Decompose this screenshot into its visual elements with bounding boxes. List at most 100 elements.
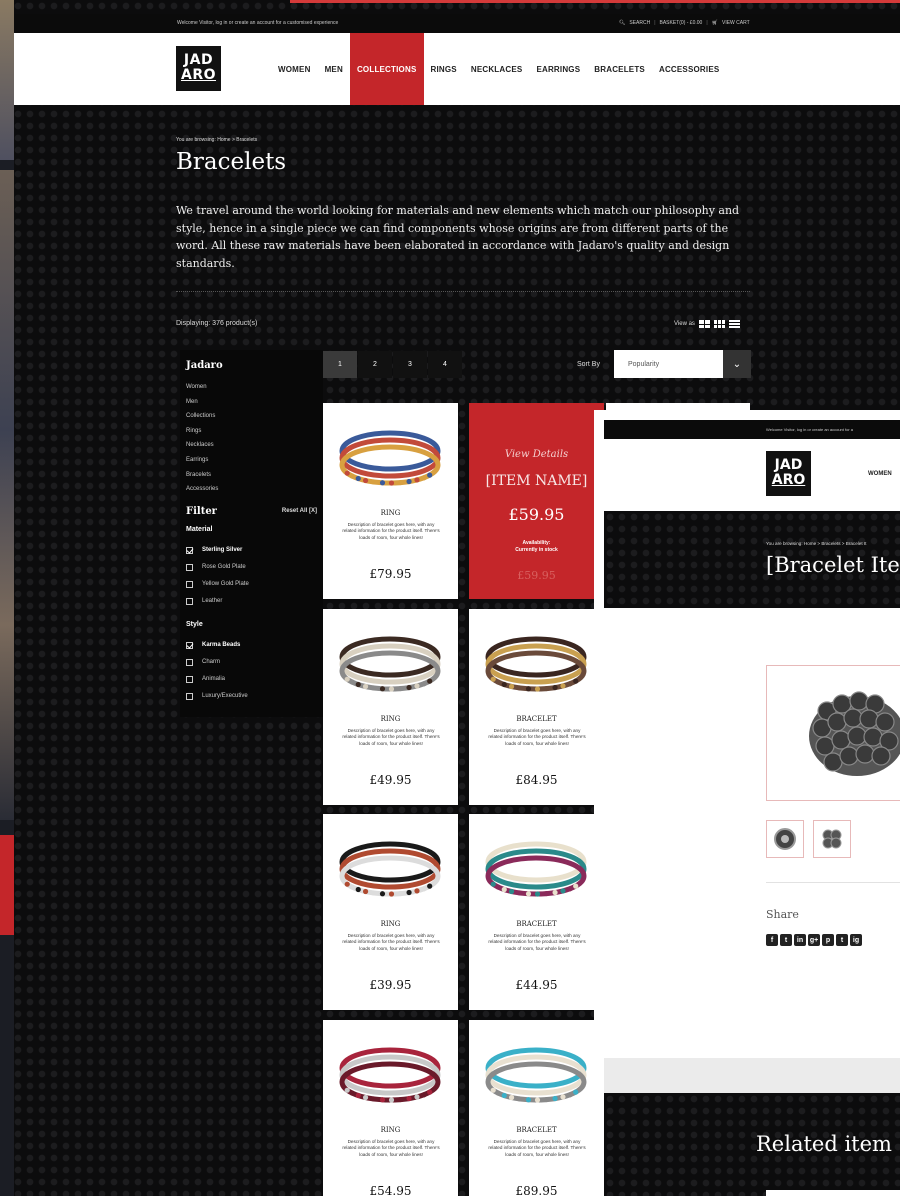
left-edge-photo (0, 170, 14, 820)
filter-option-label: Luxury/Executive (202, 693, 248, 700)
filter-option[interactable]: Karma Beads (186, 637, 317, 654)
sidebar-item-earrings[interactable]: Earrings (186, 453, 317, 468)
detail-nav-women[interactable]: WOMEN (868, 471, 892, 477)
sidebar-item-bracelets[interactable]: Bracelets (186, 468, 317, 483)
social-icon[interactable]: p (822, 934, 834, 946)
social-icon[interactable]: ig (850, 934, 862, 946)
sidebar-item-collections[interactable]: Collections (186, 409, 317, 424)
filter-option[interactable]: Sterling Silver (186, 542, 317, 559)
detail-breadcrumb[interactable]: You are browsing: Home > Bracelets > Bra… (766, 541, 866, 546)
detail-welcome-text[interactable]: Welcome Visitor, log in or create an acc… (766, 427, 853, 432)
product-card-hover[interactable]: View Details [ITEM NAME] £59.95 Availabilit… (469, 403, 604, 599)
nav-item-men[interactable]: MEN (318, 33, 350, 105)
site-header: JAD ARO WOMEN MEN COLLECTIONS RINGS NECKLACE… (14, 33, 900, 105)
basket-link[interactable]: BASKET(0) - £0.00 (660, 20, 703, 26)
list-view-icon[interactable] (728, 320, 740, 328)
checkbox[interactable] (186, 563, 193, 571)
product-thumbnail-1[interactable] (766, 820, 804, 858)
sidebar-item-accessories[interactable]: Accessories (186, 482, 317, 497)
filter-option[interactable]: Leather (186, 593, 317, 610)
logo-line-1: JAD (183, 52, 214, 68)
detail-jadaro-logo[interactable]: JAD ARO (766, 451, 811, 496)
search-icon[interactable]: 🔍︎ (619, 20, 625, 26)
product-card[interactable]: BRACELET Description of bracelet goes her… (469, 609, 604, 805)
filter-option[interactable]: Animalia (186, 671, 317, 688)
view-cart-link[interactable]: VIEW CART (722, 20, 750, 26)
page-button-2[interactable]: 2 (358, 351, 392, 378)
sidebar-item-women[interactable]: Women (186, 380, 317, 395)
nav-item-accessories[interactable]: ACCESSORIES (652, 33, 726, 105)
checkbox[interactable] (186, 692, 193, 700)
social-icon[interactable]: f (766, 934, 778, 946)
breadcrumb[interactable]: You are browsing: Home > Bracelets (176, 137, 257, 143)
product-card[interactable]: BRACELET Description of bracelet goes her… (469, 814, 604, 1010)
product-thumbnail-2[interactable] (813, 820, 851, 858)
page-button-4[interactable]: 4 (428, 351, 462, 378)
welcome-text[interactable]: Welcome Visitor, log in or create an acc… (177, 20, 338, 26)
nav-item-necklaces[interactable]: NECKLACES (464, 33, 530, 105)
chevron-down-icon[interactable]: ⌄ (723, 350, 751, 378)
page-button-3[interactable]: 3 (393, 351, 427, 378)
social-icon[interactable]: t (780, 934, 792, 946)
product-card[interactable]: RING Description of bracelet goes here, w… (323, 403, 458, 599)
bracelet-image (339, 841, 441, 897)
sidebar-item-necklaces[interactable]: Necklaces (186, 438, 317, 453)
top-utility-bar: Welcome Visitor, log in or create an acc… (14, 14, 900, 33)
filter-option[interactable]: Luxury/Executive (186, 688, 317, 705)
page-title: Bracelets (176, 149, 287, 175)
product-card[interactable]: RING Description of bracelet goes here, w… (323, 609, 458, 805)
grid-large-icon[interactable] (698, 320, 710, 328)
jadaro-logo[interactable]: JAD ARO (176, 46, 221, 91)
sidebar-item-men[interactable]: Men (186, 395, 317, 410)
search-link[interactable]: SEARCH (629, 20, 650, 26)
product-image[interactable] (323, 828, 458, 908)
sort-value: Popularity (628, 360, 660, 368)
related-items-bar (766, 1190, 900, 1196)
checkbox[interactable] (186, 580, 193, 588)
reset-all-button[interactable]: Reset All [X] (282, 508, 317, 514)
grid-small-icon[interactable] (713, 320, 725, 328)
product-description: Description of bracelet goes here, with … (342, 933, 440, 951)
product-card[interactable]: RING Description of bracelet goes here, w… (323, 1020, 458, 1196)
availability-label: Availability: (522, 540, 551, 546)
filter-option[interactable]: Yellow Gold Plate (186, 576, 317, 593)
product-image[interactable] (469, 828, 604, 908)
product-image[interactable] (323, 417, 458, 497)
checkbox[interactable] (186, 546, 193, 554)
product-card[interactable]: BRACELET Description of bracelet goes her… (469, 1020, 604, 1196)
product-image[interactable] (323, 623, 458, 703)
product-card[interactable]: RING Description of bracelet goes here, w… (323, 814, 458, 1010)
social-icon[interactable]: t (836, 934, 848, 946)
nav-item-earrings[interactable]: EARRINGS (529, 33, 587, 105)
page-button-1[interactable]: 1 (323, 351, 357, 378)
cart-icon[interactable]: 🛒︎ (712, 20, 718, 26)
nav-item-women[interactable]: WOMEN (271, 33, 318, 105)
product-price: £49.95 (369, 773, 412, 787)
product-main-image[interactable] (766, 665, 900, 801)
nav-item-bracelets[interactable]: BRACELETS (587, 33, 652, 105)
product-image[interactable] (469, 623, 604, 703)
checkbox[interactable] (186, 658, 193, 666)
left-edge-red-block (0, 835, 14, 935)
nav-item-rings[interactable]: RINGS (424, 33, 464, 105)
checkbox[interactable] (186, 641, 193, 649)
product-image[interactable] (469, 1034, 604, 1114)
filter-option-label: Sterling Silver (202, 547, 243, 554)
ghost-price: £59.95 (517, 569, 556, 582)
left-edge-photo-top (0, 0, 14, 160)
social-icon[interactable]: g+ (808, 934, 820, 946)
nav-item-collections[interactable]: COLLECTIONS (349, 33, 424, 105)
checkbox[interactable] (186, 675, 193, 683)
product-image[interactable] (323, 1034, 458, 1114)
sidebar-item-rings[interactable]: Rings (186, 424, 317, 439)
pagination: 1234 (323, 351, 462, 378)
filter-option-label: Animalia (202, 676, 226, 683)
product-type: BRACELET (516, 715, 557, 723)
sort-select[interactable]: Popularity ⌄ (614, 350, 751, 378)
view-details-link[interactable]: View Details (469, 449, 604, 460)
filter-option[interactable]: Rose Gold Plate (186, 559, 317, 576)
social-icon[interactable]: in (794, 934, 806, 946)
checkbox[interactable] (186, 597, 193, 605)
filter-option[interactable]: Charm (186, 654, 317, 671)
product-price: £39.95 (369, 978, 412, 992)
